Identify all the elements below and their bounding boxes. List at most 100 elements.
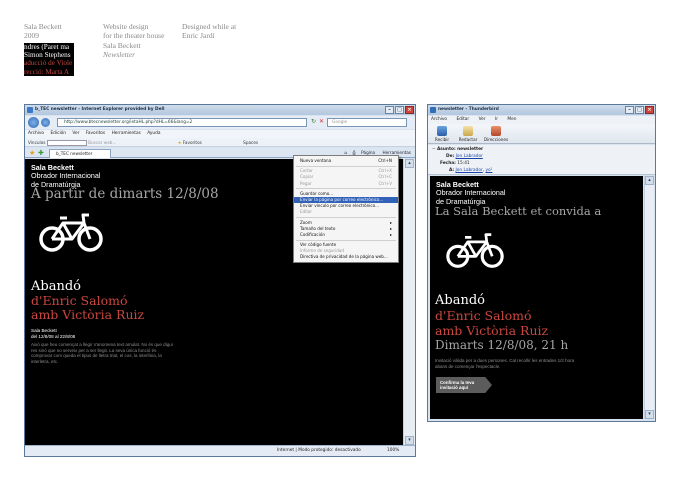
- menu-favoritos[interactable]: Favoritos: [86, 131, 105, 136]
- newsletter-cast: amb Victòria Ruiz: [435, 323, 549, 338]
- subject-value: newsletter: [457, 147, 484, 152]
- favorites-star-icon: ★: [177, 140, 182, 145]
- write-icon: [463, 126, 473, 136]
- maximize-button[interactable]: □: [395, 106, 404, 114]
- context-menu-shortcut: ▸: [389, 231, 392, 237]
- menu-mensaje[interactable]: Men: [507, 117, 516, 122]
- forward-icon[interactable]: [41, 118, 50, 127]
- context-menu-item[interactable]: Directiva de privacidad de la página web…: [294, 254, 398, 260]
- caption-line: for the theater house: [103, 31, 165, 41]
- spaces-link[interactable]: Spaces: [243, 140, 258, 145]
- maximize-button[interactable]: □: [635, 106, 644, 114]
- scroll-up-icon[interactable]: ▴: [645, 176, 654, 185]
- context-menu-label: Editar: [300, 209, 313, 215]
- minimize-button[interactable]: –: [385, 106, 394, 114]
- menu-herramientas[interactable]: Herramientas: [112, 131, 141, 136]
- menu-edicion[interactable]: Edición: [50, 131, 66, 136]
- body-line: abans de començar l'espectacle.: [435, 363, 501, 369]
- tb-message-body[interactable]: Sala Beckett Obrador Internacional de Dr…: [430, 176, 643, 419]
- tab-newsletter[interactable]: b_TEC newsletter: [49, 149, 111, 158]
- newsletter-date-line: Dimarts 12/8/08, 21 h: [435, 338, 569, 352]
- to-extra[interactable]: yo¹: [486, 168, 493, 173]
- ie-titlebar[interactable]: b_TEC newsletter - Internet Explorer pro…: [25, 105, 415, 115]
- to-row: A: Jon Labrador, yo¹: [449, 168, 493, 173]
- thumb-line: recció: Marta A: [24, 67, 70, 76]
- get-mail-icon: [437, 126, 447, 136]
- ie-statusbar: Internet | Modo protegido: desactivado 1…: [25, 445, 415, 456]
- menu-editar[interactable]: Editar: [456, 117, 469, 122]
- context-menu-label: Codificación: [300, 231, 325, 237]
- favorites-center-icon[interactable]: ★: [29, 149, 35, 157]
- confirm-invitation-button[interactable]: Confirma la teva invitació aquí: [436, 377, 492, 393]
- context-menu-label: Tamaño del texto: [300, 225, 336, 231]
- favorites-link[interactable]: Favoritos: [183, 140, 202, 145]
- security-zone: Internet | Modo protegido: desactivado: [277, 448, 361, 453]
- date-value: 15:41: [457, 161, 470, 166]
- body-line: interletra, etc.: [31, 358, 59, 364]
- back-icon[interactable]: [28, 117, 39, 128]
- search-input[interactable]: Google: [327, 118, 407, 127]
- scroll-up-icon[interactable]: ▴: [405, 159, 414, 168]
- newsletter-title: Abandó: [31, 279, 81, 294]
- links-label: Vinculos: [28, 140, 46, 145]
- thumb-line: ndres (Paret ma: [24, 43, 70, 51]
- context-menu-label: Cortar: [300, 168, 313, 174]
- address-bar[interactable]: http://www.btecnewsletter.org/ietaHL.php…: [57, 118, 307, 127]
- menu-separator: [296, 165, 396, 167]
- menu-ayuda[interactable]: Ayuda: [147, 131, 160, 136]
- get-mail-button[interactable]: Recibir: [430, 126, 454, 142]
- zoom-level[interactable]: 100%: [387, 446, 399, 456]
- collapse-icon[interactable]: −: [432, 147, 436, 152]
- toolbar-search-placeholder: Buscar web...: [88, 140, 117, 145]
- context-menu-shortcut: Ctrl+V: [378, 180, 392, 186]
- menu-separator: [296, 217, 396, 218]
- from-label: De:: [446, 154, 455, 159]
- context-menu-item[interactable]: Nueva ventana Ctrl+N: [294, 158, 398, 164]
- caption-line: Designed while at: [182, 22, 237, 31]
- tb-titlebar[interactable]: newsletter - Thunderbird – □ ×: [428, 105, 655, 115]
- refresh-icon[interactable]: ↻: [311, 118, 316, 125]
- ie-menubar: Archivo Edición Ver Favoritos Herramient…: [25, 130, 415, 138]
- context-menu-item[interactable]: Codificación ▸: [294, 232, 398, 238]
- date-row: Fecha: 15:41: [440, 161, 470, 166]
- write-label: Redactar: [458, 137, 478, 142]
- close-button[interactable]: ×: [645, 106, 654, 114]
- subject-label: Asunto:: [436, 147, 456, 152]
- context-menu-shortcut: Ctrl+N: [378, 158, 392, 163]
- stop-icon[interactable]: ✕: [319, 118, 324, 125]
- ie-address-row: http://www.btecnewsletter.org/ietaHL.php…: [25, 116, 415, 129]
- address-book-icon: [491, 126, 501, 136]
- minimize-button[interactable]: –: [625, 106, 634, 114]
- scroll-down-icon[interactable]: ▾: [645, 410, 654, 419]
- toolbar-search-input[interactable]: [46, 140, 87, 146]
- ie-title: b_TEC newsletter - Internet Explorer pro…: [35, 107, 165, 112]
- menu-separator: [296, 239, 396, 241]
- caption-studio: Designed while at Enric Jardí: [182, 22, 236, 41]
- from-row: De: Jon Labrador: [446, 154, 483, 159]
- ie-vertical-scrollbar[interactable]: ▴ ▾: [403, 159, 415, 445]
- menu-ver[interactable]: Ver: [72, 131, 79, 136]
- context-menu-label: Ver código fuente: [300, 242, 337, 248]
- cta-line: invitació aquí: [440, 385, 469, 391]
- menu-archivo[interactable]: Archivo: [28, 131, 44, 136]
- caption-line: Sala Beckett: [103, 40, 141, 50]
- close-button[interactable]: ×: [405, 106, 414, 114]
- menu-archivo[interactable]: Archivo: [431, 117, 447, 122]
- from-value[interactable]: Jon Labrador: [456, 154, 483, 159]
- address-book-label: Direcciones: [483, 137, 509, 142]
- ie-links-toolbar: Vinculos Buscar web... ★ Favoritos Space…: [25, 138, 415, 147]
- thunderbird-window: newsletter - Thunderbird – □ × Archivo E…: [427, 104, 656, 422]
- menu-ir[interactable]: Ir: [495, 117, 498, 122]
- tb-vertical-scrollbar[interactable]: ▴ ▾: [644, 176, 654, 419]
- address-book-button[interactable]: Direcciones: [482, 126, 510, 142]
- thumb-line: aducció de Viole: [24, 59, 73, 68]
- menu-separator: [296, 188, 396, 190]
- menu-ver[interactable]: Ver: [479, 117, 486, 122]
- write-button[interactable]: Redactar: [456, 126, 480, 142]
- newsletter-body: Això que heu començat a llegir s'anomena…: [31, 342, 231, 364]
- add-favorite-icon[interactable]: ✚: [38, 149, 44, 157]
- context-menu-label: Copiar: [300, 174, 314, 180]
- scroll-down-icon[interactable]: ▾: [405, 436, 414, 445]
- context-menu-label: Zoom: [300, 219, 312, 225]
- to-value[interactable]: Jon Labrador: [456, 168, 483, 173]
